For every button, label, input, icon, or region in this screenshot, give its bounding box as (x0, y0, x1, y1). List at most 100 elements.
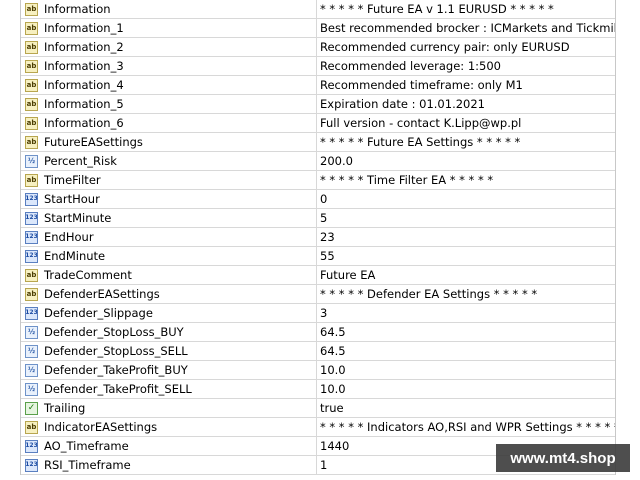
param-value[interactable]: * * * * * Time Filter EA * * * * * (317, 171, 615, 189)
param-name-cell: ½ Percent_Risk (21, 152, 317, 170)
param-row[interactable]: ab IndicatorEASettings * * * * * Indicator… (21, 418, 615, 437)
param-name: Defender_Slippage (44, 306, 153, 320)
param-name: Information_6 (44, 116, 124, 130)
param-name: Information_4 (44, 78, 124, 92)
integer-type-icon: 123 (25, 439, 38, 453)
param-value[interactable]: * * * * * Future EA v 1.1 EURUSD * * * *… (317, 0, 615, 18)
param-value[interactable]: 64.5 (317, 342, 615, 360)
param-name: Information_2 (44, 40, 124, 54)
param-value[interactable]: 0 (317, 190, 615, 208)
param-name-cell: 123 StartHour (21, 190, 317, 208)
string-type-icon: ab (25, 268, 38, 282)
param-name: Trailing (44, 401, 86, 415)
param-name-cell: ab TimeFilter (21, 171, 317, 189)
param-value[interactable]: 200.0 (317, 152, 615, 170)
param-name-cell: ½ Defender_TakeProfit_BUY (21, 361, 317, 379)
param-row[interactable]: ½ Defender_StopLoss_BUY 64.5 (21, 323, 615, 342)
param-name: EndMinute (44, 249, 106, 263)
param-name: Defender_TakeProfit_SELL (44, 382, 192, 396)
param-value[interactable]: * * * * * Defender EA Settings * * * * * (317, 285, 615, 303)
parameters-table: ab Information * * * * * Future EA v 1.1 E… (20, 0, 616, 475)
param-row[interactable]: 123 EndMinute 55 (21, 247, 615, 266)
param-name: StartMinute (44, 211, 112, 225)
param-value[interactable]: 10.0 (317, 380, 615, 398)
param-name-cell: ½ Defender_StopLoss_BUY (21, 323, 317, 341)
param-row[interactable]: ab Information_4 Recommended timeframe: on… (21, 76, 615, 95)
param-name-cell: ab Information_1 (21, 19, 317, 37)
double-type-icon: ½ (25, 325, 38, 339)
param-name: Defender_TakeProfit_BUY (44, 363, 188, 377)
param-row[interactable]: ab Information_1 Best recommended brocker … (21, 19, 615, 38)
param-value[interactable]: Recommended leverage: 1:500 (317, 57, 615, 75)
param-value[interactable]: * * * * * Future EA Settings * * * * * (317, 133, 615, 151)
param-name-cell: ✓ Trailing (21, 399, 317, 417)
param-name: EndHour (44, 230, 94, 244)
string-type-icon: ab (25, 135, 38, 149)
param-row[interactable]: ½ Defender_TakeProfit_SELL 10.0 (21, 380, 615, 399)
param-row[interactable]: ab FutureEASettings * * * * * Future EA Se… (21, 133, 615, 152)
param-row[interactable]: ½ Defender_StopLoss_SELL 64.5 (21, 342, 615, 361)
integer-type-icon: 123 (25, 249, 38, 263)
param-row[interactable]: ab Information_3 Recommended leverage: 1:5… (21, 57, 615, 76)
param-value[interactable]: Expiration date : 01.01.2021 (317, 95, 615, 113)
param-name: TimeFilter (44, 173, 101, 187)
param-name-cell: 123 EndMinute (21, 247, 317, 265)
param-value[interactable]: Recommended currency pair: only EURUSD (317, 38, 615, 56)
param-name-cell: ab DefenderEASettings (21, 285, 317, 303)
param-name-cell: ½ Defender_TakeProfit_SELL (21, 380, 317, 398)
param-name: AO_Timeframe (44, 439, 129, 453)
string-type-icon: ab (25, 287, 38, 301)
param-value[interactable]: true (317, 399, 615, 417)
param-value[interactable]: 64.5 (317, 323, 615, 341)
param-value[interactable]: 23 (317, 228, 615, 246)
param-value[interactable]: Full version - contact K.Lipp@wp.pl (317, 114, 615, 132)
param-name: Defender_StopLoss_BUY (44, 325, 184, 339)
string-type-icon: ab (25, 21, 38, 35)
param-name: StartHour (44, 192, 100, 206)
param-value[interactable]: 10.0 (317, 361, 615, 379)
param-row[interactable]: 123 StartMinute 5 (21, 209, 615, 228)
param-row[interactable]: ab Information * * * * * Future EA v 1.1 E… (21, 0, 615, 19)
param-row[interactable]: ½ Defender_TakeProfit_BUY 10.0 (21, 361, 615, 380)
double-type-icon: ½ (25, 382, 38, 396)
param-name-cell: ab Information_3 (21, 57, 317, 75)
param-row[interactable]: ab Information_5 Expiration date : 01.01.2… (21, 95, 615, 114)
boolean-type-icon: ✓ (25, 401, 38, 415)
param-value[interactable]: Recommended timeframe: only M1 (317, 76, 615, 94)
param-name-cell: ½ Defender_StopLoss_SELL (21, 342, 317, 360)
string-type-icon: ab (25, 97, 38, 111)
param-row[interactable]: ab TradeComment Future EA (21, 266, 615, 285)
param-name-cell: 123 StartMinute (21, 209, 317, 227)
param-name-cell: 123 RSI_Timeframe (21, 456, 317, 474)
param-value[interactable]: Future EA (317, 266, 615, 284)
string-type-icon: ab (25, 116, 38, 130)
param-row[interactable]: ✓ Trailing true (21, 399, 615, 418)
param-name: Information_1 (44, 21, 124, 35)
param-name-cell: ab Information_6 (21, 114, 317, 132)
integer-type-icon: 123 (25, 458, 38, 472)
integer-type-icon: 123 (25, 230, 38, 244)
double-type-icon: ½ (25, 363, 38, 377)
string-type-icon: ab (25, 2, 38, 16)
param-name: RSI_Timeframe (44, 458, 131, 472)
param-value[interactable]: 55 (317, 247, 615, 265)
param-value[interactable]: 3 (317, 304, 615, 322)
left-margin (0, 0, 20, 480)
param-value[interactable]: 5 (317, 209, 615, 227)
param-row[interactable]: ab Information_2 Recommended currency pair… (21, 38, 615, 57)
param-row[interactable]: 123 EndHour 23 (21, 228, 615, 247)
param-value[interactable]: Best recommended brocker : ICMarkets and… (317, 19, 615, 37)
param-row[interactable]: ½ Percent_Risk 200.0 (21, 152, 615, 171)
param-value[interactable]: * * * * * Indicators AO,RSI and WPR Sett… (317, 418, 615, 436)
param-name: Information_5 (44, 97, 124, 111)
param-row[interactable]: 123 Defender_Slippage 3 (21, 304, 615, 323)
param-row[interactable]: ab DefenderEASettings * * * * * Defender E… (21, 285, 615, 304)
param-row[interactable]: ab Information_6 Full version - contact K.… (21, 114, 615, 133)
integer-type-icon: 123 (25, 211, 38, 225)
param-name-cell: ab Information_2 (21, 38, 317, 56)
param-row[interactable]: 123 StartHour 0 (21, 190, 615, 209)
param-row[interactable]: ab TimeFilter * * * * * Time Filter EA * *… (21, 171, 615, 190)
param-name-cell: ab Information (21, 0, 317, 18)
double-type-icon: ½ (25, 154, 38, 168)
param-name-cell: ab IndicatorEASettings (21, 418, 317, 436)
